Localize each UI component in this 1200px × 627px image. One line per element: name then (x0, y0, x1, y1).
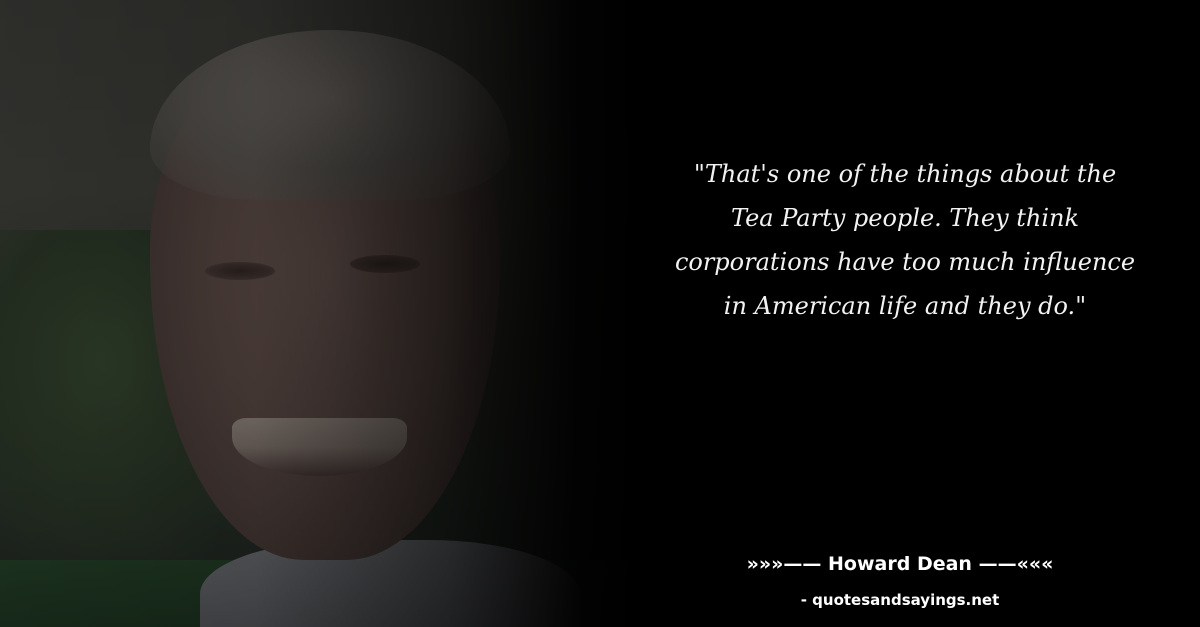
quote-card: "That's one of the things about the Tea … (0, 0, 1200, 627)
site-credit: - quotesandsayings.net (800, 591, 1000, 609)
author-name: »»»—— Howard Dean ——««« (746, 553, 1054, 575)
photo-fade-overlay (0, 0, 640, 627)
portrait-photo (0, 0, 640, 627)
quote-text: "That's one of the things about the Tea … (674, 160, 1136, 320)
